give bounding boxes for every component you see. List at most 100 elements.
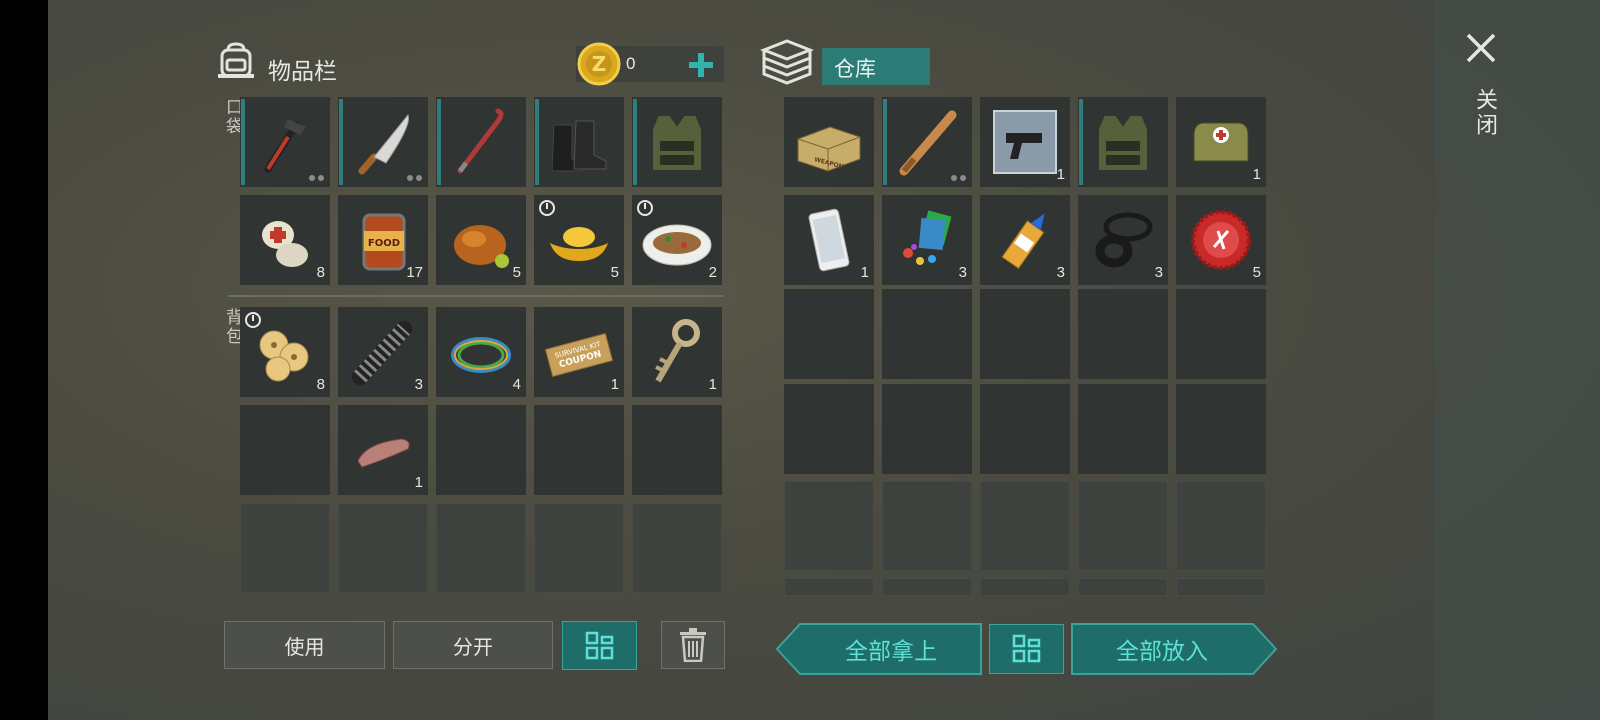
take-all-button[interactable]: 全部拿上 xyxy=(800,623,982,675)
storage-slot[interactable] xyxy=(980,481,1070,571)
item-count: 8 xyxy=(316,376,325,393)
storage-boxes-icon xyxy=(760,39,814,85)
storage-slot[interactable] xyxy=(882,578,972,596)
item-count: 5 xyxy=(1252,264,1261,281)
lotus-root-dish-icon xyxy=(259,330,309,382)
storage-slot[interactable] xyxy=(784,578,874,596)
item-count: 2 xyxy=(708,264,717,281)
storage-slot[interactable]: 3 xyxy=(882,195,972,285)
medkit-bag-icon xyxy=(1193,122,1249,162)
equipped-indicator xyxy=(535,99,539,185)
sort-inventory-button[interactable] xyxy=(562,621,637,670)
storage-slot[interactable] xyxy=(1078,289,1168,379)
storage-slot[interactable] xyxy=(882,289,972,379)
storage-slot[interactable] xyxy=(784,481,874,571)
backpack-slot[interactable] xyxy=(534,405,624,495)
locked-slot[interactable] xyxy=(534,503,624,593)
put-all-button[interactable]: 全部放入 xyxy=(1071,623,1253,675)
backpack-slot[interactable]: 3 xyxy=(338,307,428,397)
pocket-slot[interactable] xyxy=(534,97,624,187)
close-label[interactable]: 关闭 xyxy=(1468,88,1500,138)
pocket-slot[interactable] xyxy=(240,97,330,187)
backpack-slot[interactable]: 4 xyxy=(436,307,526,397)
locked-slot[interactable] xyxy=(632,503,722,593)
backpack-slot[interactable] xyxy=(240,405,330,495)
storage-slot[interactable] xyxy=(980,289,1070,379)
storage-slot[interactable]: 3 xyxy=(980,195,1070,285)
storage-slot[interactable] xyxy=(784,289,874,379)
storage-slot[interactable] xyxy=(980,578,1070,596)
svg-text:Z: Z xyxy=(592,52,607,76)
backpack-slot[interactable] xyxy=(632,405,722,495)
add-coins-button[interactable] xyxy=(688,52,714,78)
tactical-vest-icon xyxy=(651,114,703,172)
bottle-cap-icon xyxy=(1191,210,1251,270)
pocket-slot[interactable] xyxy=(436,97,526,187)
storage-slot[interactable]: 1 xyxy=(980,97,1070,187)
storage-slot[interactable] xyxy=(1078,481,1168,571)
pocket-slot[interactable] xyxy=(632,97,722,187)
durability-dots xyxy=(951,175,966,181)
coin-count: 0 xyxy=(626,54,636,73)
combat-boots-icon xyxy=(551,120,607,172)
roast-chicken-icon xyxy=(454,225,509,268)
storage-slot[interactable] xyxy=(882,384,972,474)
storage-slot[interactable] xyxy=(784,384,874,474)
storage-slot[interactable] xyxy=(882,481,972,571)
storage-slot[interactable] xyxy=(980,384,1070,474)
sort-storage-button[interactable] xyxy=(989,624,1064,674)
backpack-slot[interactable]: 1 xyxy=(338,405,428,495)
locked-slot[interactable] xyxy=(338,503,428,593)
item-count: 5 xyxy=(610,264,619,281)
item-count: 1 xyxy=(708,376,717,393)
storage-slot[interactable] xyxy=(1176,384,1266,474)
equipped-indicator xyxy=(883,99,887,185)
coupon-icon: SURVIVAL KITCOUPON xyxy=(544,332,614,378)
backpack-slot[interactable] xyxy=(436,405,526,495)
item-count: 1 xyxy=(1252,166,1261,183)
inventory-title: 物品栏 xyxy=(268,59,337,85)
storage-slot[interactable]: 5 xyxy=(1176,195,1266,285)
weapon-crate-icon: WEAPON xyxy=(797,126,861,172)
storage-slot[interactable]: WEAPON xyxy=(784,97,874,187)
spring-icon xyxy=(352,321,412,385)
use-button[interactable]: 使用 xyxy=(224,621,385,669)
equipped-indicator xyxy=(1079,99,1083,185)
svg-text:FOOD: FOOD xyxy=(368,238,400,249)
pocket-slot[interactable]: 5 xyxy=(534,195,624,285)
split-button[interactable]: 分开 xyxy=(393,621,553,669)
equipped-indicator xyxy=(339,99,343,185)
storage-slot[interactable] xyxy=(1176,578,1266,596)
storage-slot[interactable]: 1 xyxy=(784,195,874,285)
trash-button[interactable] xyxy=(661,621,725,669)
close-icon[interactable] xyxy=(1465,32,1497,64)
storage-slot[interactable] xyxy=(1078,97,1168,187)
pocket-slot[interactable] xyxy=(338,97,428,187)
scrap-pieces-icon xyxy=(903,210,952,265)
storage-slot[interactable]: 1 xyxy=(1176,97,1266,187)
storage-slot[interactable] xyxy=(1176,481,1266,571)
timer-icon xyxy=(637,200,653,216)
backpack-slot[interactable]: SURVIVAL KIT COUPON 1 xyxy=(534,307,624,397)
backpack-icon xyxy=(218,42,254,78)
storage-slot[interactable] xyxy=(882,97,972,187)
storage-slot[interactable] xyxy=(1176,289,1266,379)
item-count: 5 xyxy=(512,264,521,281)
pocket-slot[interactable]: 2 xyxy=(632,195,722,285)
item-count: 4 xyxy=(512,376,521,393)
backpack-slot[interactable]: 8 xyxy=(240,307,330,397)
pocket-slot[interactable]: FOOD 17 xyxy=(338,195,428,285)
pocket-slot[interactable]: 5 xyxy=(436,195,526,285)
storage-slot[interactable] xyxy=(1078,578,1168,596)
timer-icon xyxy=(539,200,555,216)
equipped-indicator xyxy=(241,99,245,185)
backpack-slot[interactable]: 1 xyxy=(632,307,722,397)
sort-grid-icon xyxy=(585,631,613,659)
locked-slot[interactable] xyxy=(240,503,330,593)
pocket-slot[interactable]: 8 xyxy=(240,195,330,285)
locked-slot[interactable] xyxy=(436,503,526,593)
side-panel xyxy=(1434,0,1600,720)
storage-slot[interactable]: 3 xyxy=(1078,195,1168,285)
durability-dots xyxy=(407,175,422,181)
storage-slot[interactable] xyxy=(1078,384,1168,474)
